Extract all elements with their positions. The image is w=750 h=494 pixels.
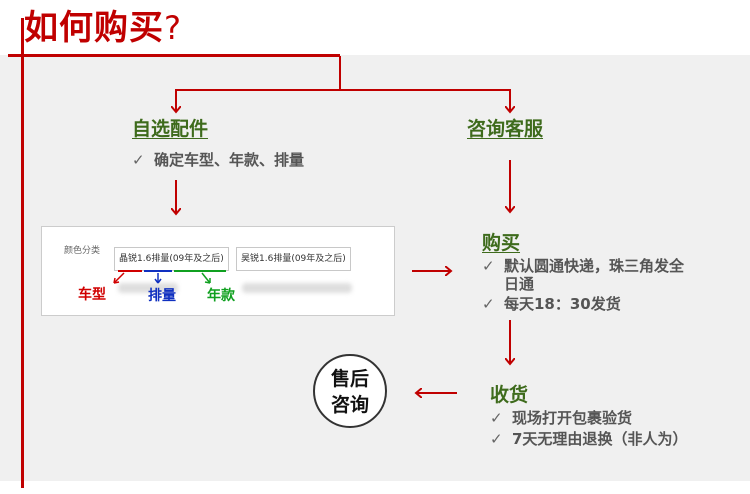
step-buy-item-2: ✓ 每天18：30发货 [482,295,621,313]
product-options-example: 颜色分类 晶锐1.6排量(09年及之后) 昊锐1.6排量(09年及之后) 车型 … [41,226,395,316]
page-title: 如何购买? [24,8,182,48]
after-sale-line2: 咨询 [330,394,369,416]
tag-year: 年款 [207,288,235,304]
tag-displacement: 排量 [148,288,176,304]
step-buy-item-1: ✓ 默认圆通快递，珠三角发全日通 [482,257,685,293]
after-sale-consult-badge: 售后 咨询 [313,354,387,428]
page-title-mark: ? [164,9,182,47]
step-buy-heading: 购买 [482,232,521,254]
step-select-item: ✓ 确定车型、年款、排量 [132,151,305,169]
check-icon: ✓ [482,257,495,275]
step-receive-item-2: ✓ 7天无理由退换（非人为） [490,430,688,448]
check-icon: ✓ [490,430,503,448]
page-title-text: 如何购买 [24,8,164,48]
step-select-heading: 自选配件 [132,118,209,140]
step-receive-item-1: ✓ 现场打开包裹验货 [490,409,633,427]
decor-vertical-line [21,18,24,488]
check-icon: ✓ [132,151,145,169]
check-icon: ✓ [482,295,495,313]
check-icon: ✓ [490,409,503,427]
after-sale-line1: 售后 [330,368,369,390]
decor-horizontal-line [8,54,340,57]
tag-model: 车型 [78,287,106,303]
step-consult-heading: 咨询客服 [467,118,544,140]
step-receive-heading: 收货 [490,384,529,406]
